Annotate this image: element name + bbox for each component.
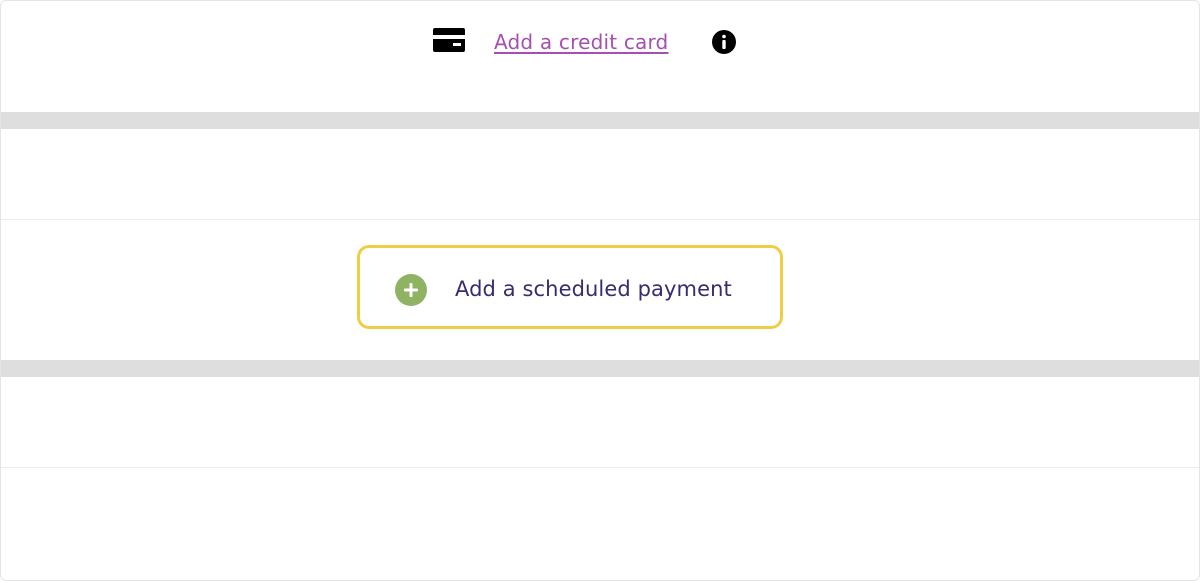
info-icon[interactable] bbox=[712, 30, 736, 54]
row-divider bbox=[1, 219, 1199, 220]
credit-card-row: Add a credit card bbox=[1, 1, 1199, 111]
plus-circle-icon bbox=[395, 274, 427, 306]
add-credit-card-link[interactable]: Add a credit card bbox=[494, 28, 668, 56]
add-scheduled-payment-label: Add a scheduled payment bbox=[455, 277, 732, 301]
payment-panel: Add a credit card Add a scheduled paymen… bbox=[0, 0, 1200, 581]
row-divider bbox=[1, 467, 1199, 468]
section-divider bbox=[1, 360, 1199, 377]
credit-card-icon bbox=[433, 28, 465, 52]
add-scheduled-payment-button[interactable]: Add a scheduled payment bbox=[357, 245, 783, 329]
section-divider bbox=[1, 112, 1199, 129]
